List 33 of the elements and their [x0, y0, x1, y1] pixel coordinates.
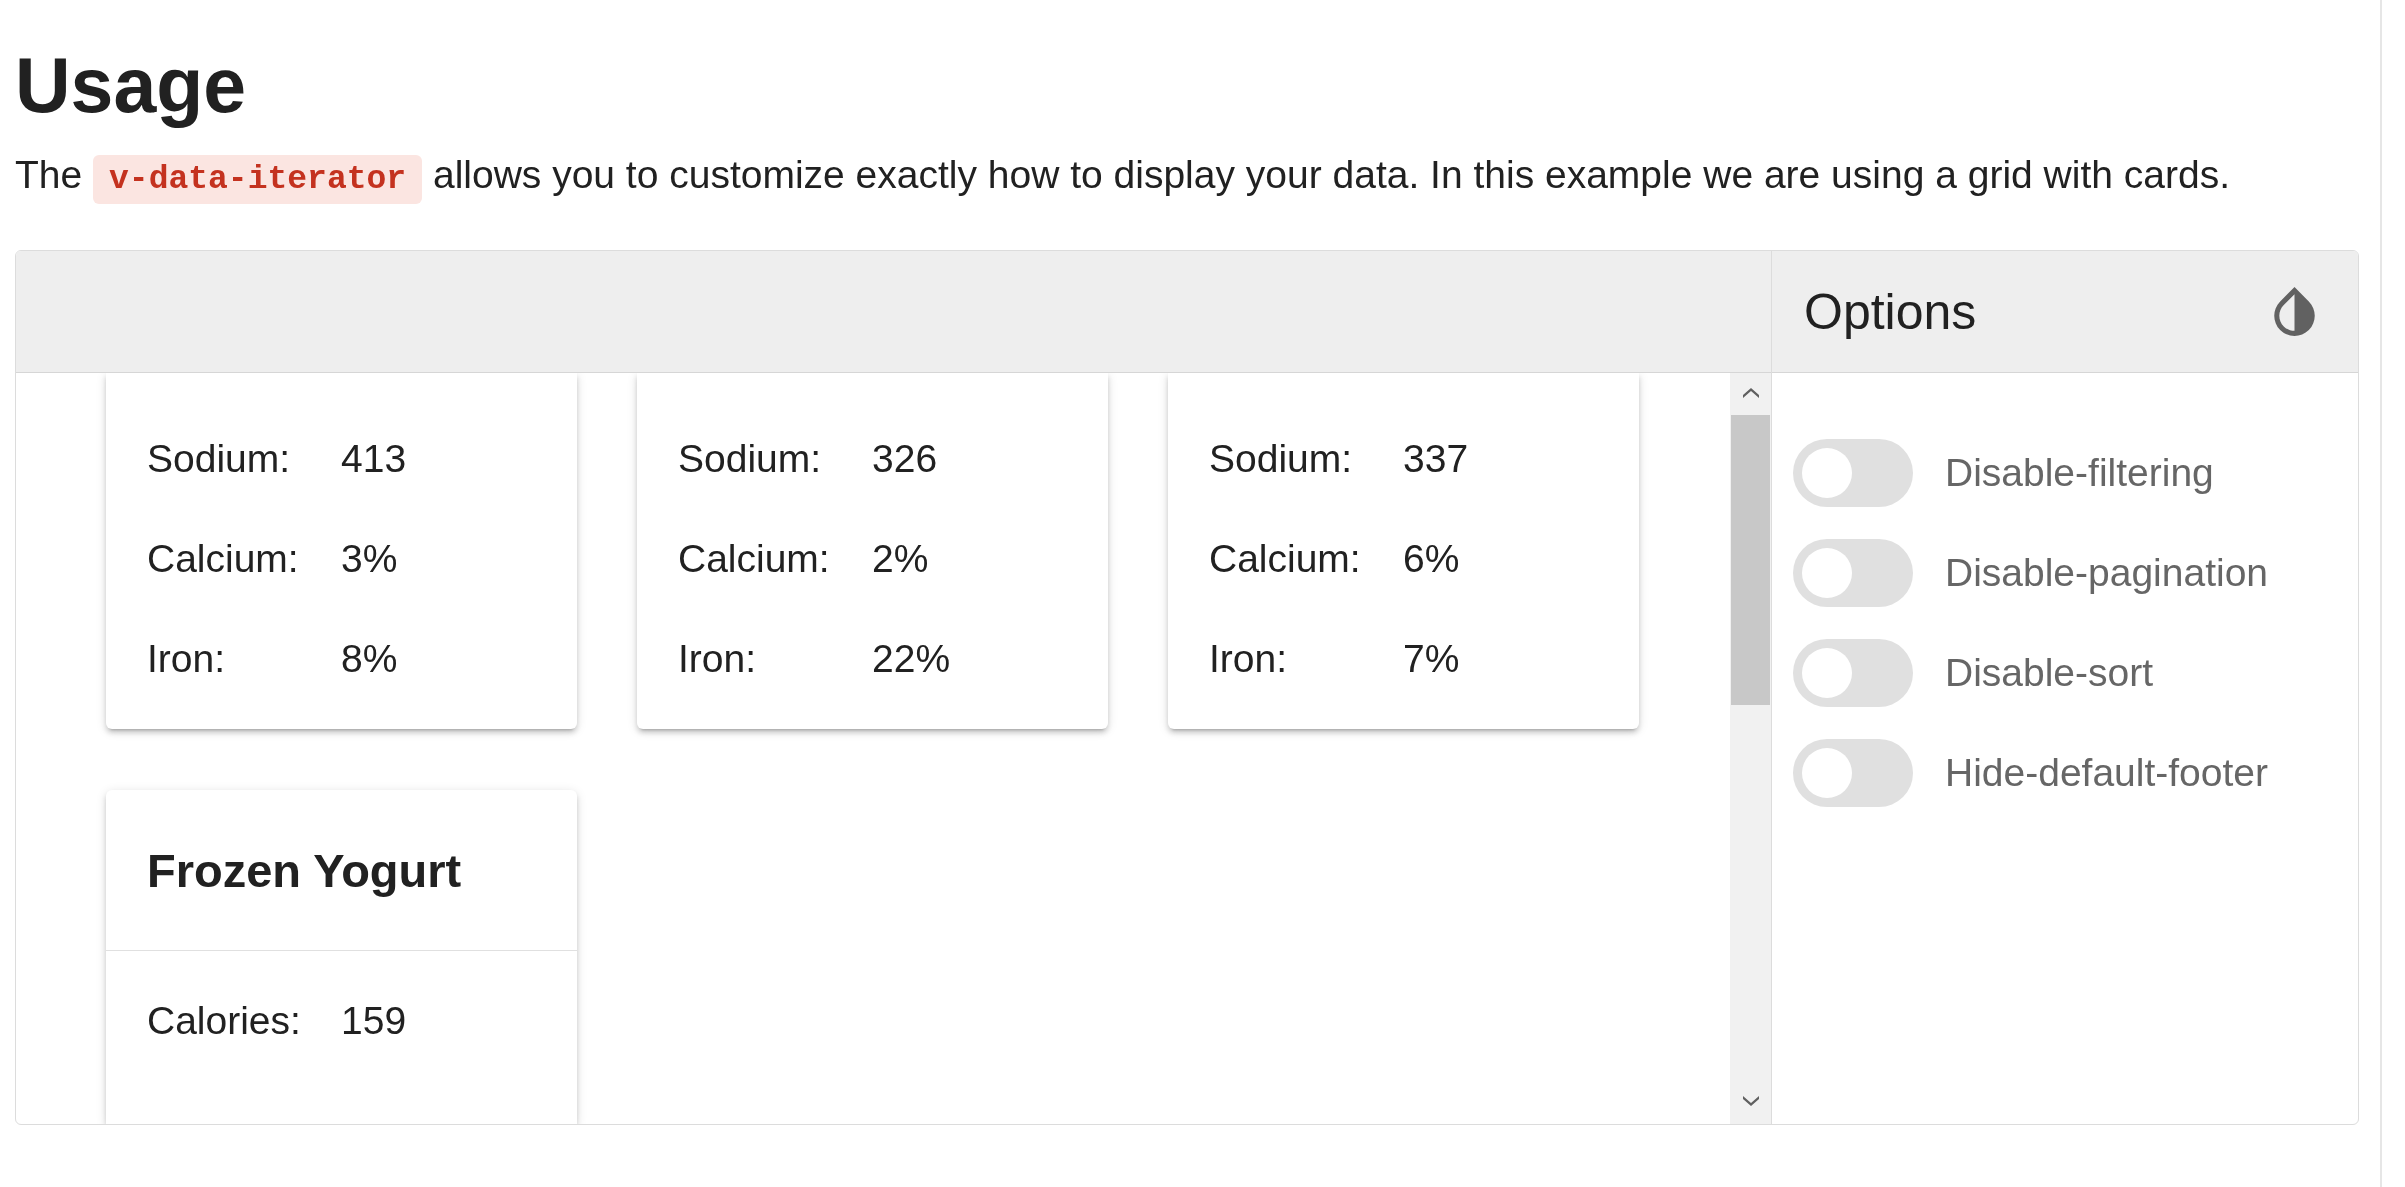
- nutrient-label: Calcium:: [678, 537, 831, 581]
- nutrient-label: Calcium:: [147, 537, 300, 581]
- options-title: Options: [1804, 282, 1977, 341]
- scrollbar-thumb[interactable]: [1731, 415, 1770, 705]
- nutrient-value: 413: [341, 437, 407, 481]
- nutrient-label: Calcium:: [1209, 537, 1362, 581]
- chevron-up-icon[interactable]: [1742, 388, 1759, 398]
- nutrient-value: 7%: [1403, 637, 1460, 681]
- nutrient-value: 159: [341, 999, 407, 1043]
- nutrient-label: Sodium:: [678, 437, 823, 481]
- chevron-down-icon[interactable]: [1742, 1096, 1759, 1106]
- switch-label: Hide-default-footer: [1945, 751, 2268, 795]
- card-title: Frozen Yogurt: [147, 842, 462, 898]
- nutrient-value: 6%: [1403, 537, 1460, 581]
- nutrient-label: Sodium:: [1209, 437, 1354, 481]
- intro-paragraph: The v-data-iterator allows you to customize exactly how to display your data. In this example we are using a grid with cards.: [15, 147, 2359, 208]
- page-heading: Usage: [15, 43, 248, 128]
- nutrient-label: Calories:: [147, 999, 302, 1043]
- switch-label: Disable-pagination: [1945, 551, 2269, 595]
- switch-label: Disable-sort: [1945, 651, 2154, 695]
- nutrient-value: 22%: [872, 637, 951, 681]
- inline-code: v-data-iterator: [93, 155, 423, 204]
- nutrient-value: 2%: [872, 537, 929, 581]
- switch-label: Disable-filtering: [1945, 451, 2214, 495]
- nutrient-label: Iron:: [1209, 637, 1289, 681]
- nutrient-value: 326: [872, 437, 938, 481]
- nutrient-label: Iron:: [678, 637, 758, 681]
- nutrient-value: 337: [1403, 437, 1469, 481]
- nutrient-label: Iron:: [147, 637, 227, 681]
- half-filled-drop-icon[interactable]: [2274, 287, 2315, 336]
- nutrient-label: Sodium:: [147, 437, 292, 481]
- nutrient-value: 8%: [341, 637, 398, 681]
- nutrient-value: 3%: [341, 537, 398, 581]
